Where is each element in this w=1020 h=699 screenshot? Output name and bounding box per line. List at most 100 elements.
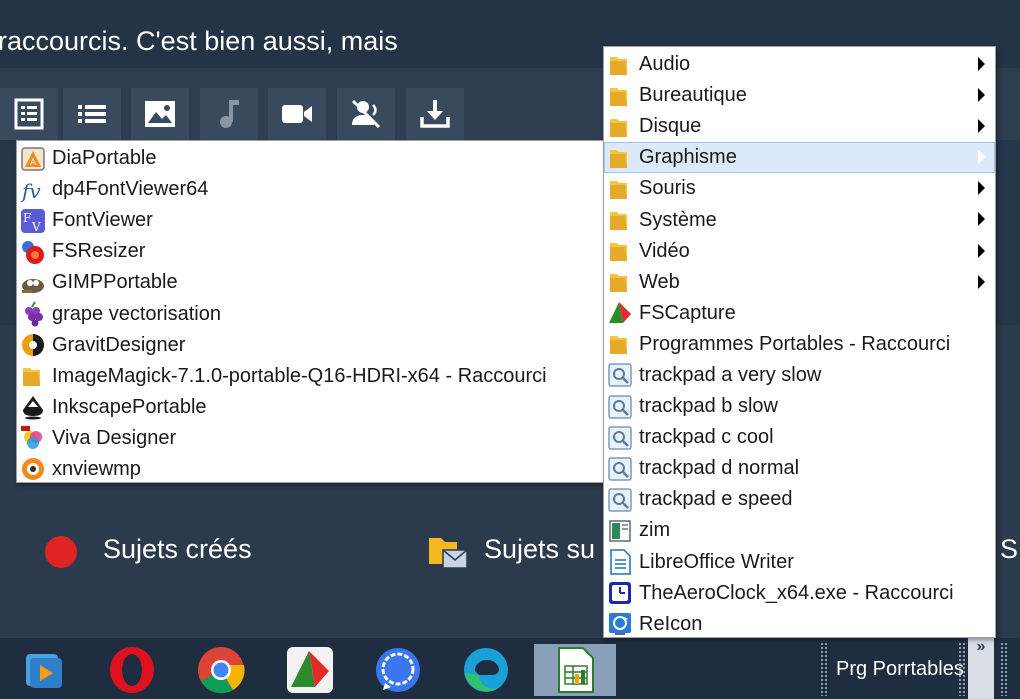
menu-item-graphisme[interactable]: Graphisme [604,142,995,174]
submenu-arrow-icon [978,274,985,289]
menu-item-trackpad-d[interactable]: trackpad d normal [604,453,995,484]
menu-item-trackpad-a[interactable]: trackpad a very slow [604,360,995,391]
svg-text:A: A [30,158,37,168]
menu-item-disque[interactable]: Disque [604,111,995,142]
menu-item-programmes-portables[interactable]: Programmes Portables - Raccourci [604,329,995,360]
taskbar-opera[interactable] [104,644,160,696]
toolbar-grip-right[interactable] [958,642,966,696]
taskbar-fscapture[interactable] [282,644,338,696]
toolbar-grip-left[interactable] [820,642,828,696]
media-player-icon [26,654,62,688]
mute-icon [351,99,381,129]
menu-item-souris[interactable]: Souris [604,173,995,204]
shortcut-settings-icon [606,361,634,389]
header-text: raccourcis. C'est bien aussi, mais [0,26,398,56]
reicon-icon [606,610,634,638]
list-button[interactable] [63,88,121,140]
graphisme-submenu: A DiaPortable fv dp4FontViewer64 FV Font… [16,140,604,483]
grape-icon [19,300,47,328]
menu-item-trackpad-b[interactable]: trackpad b slow [604,391,995,422]
fscapture-icon [287,647,333,693]
clock-icon [606,579,634,607]
folder-icon [606,144,634,172]
taskbar: Prg Porrtables » [0,638,1020,699]
record-dot-icon [45,536,77,568]
dia-icon: A [19,145,47,173]
menu-item-bureautique[interactable]: Bureautique [604,80,995,111]
mail-folder-icon [429,538,468,569]
list-detail-icon [14,98,44,130]
menu-item-viva-designer[interactable]: Viva Designer [17,423,603,454]
menu-item-reicon[interactable]: ReIcon [604,609,995,640]
menu-item-theaeroclock[interactable]: TheAeroClock_x64.exe - Raccourci [604,578,995,609]
shortcut-settings-icon [606,455,634,483]
menu-item-audio[interactable]: Audio [604,49,995,80]
toolbar-grip-end[interactable] [1000,642,1008,696]
zim-icon [606,517,634,545]
signal-icon [376,648,420,692]
shortcut-settings-icon [606,424,634,452]
fscapture-icon [606,299,634,327]
list-detail-button[interactable] [0,88,58,140]
download-button[interactable] [406,88,464,140]
gimp-icon [19,269,47,297]
edge-icon [464,648,508,692]
menu-item-diaportable[interactable]: A DiaPortable [17,143,603,174]
folder-icon [606,175,634,203]
menu-item-fscapture[interactable]: FSCapture [604,298,995,329]
menu-item-trackpad-e[interactable]: trackpad e speed [604,484,995,515]
menu-item-video[interactable]: Vidéo [604,236,995,267]
folder-icon [606,113,634,141]
menu-item-libreoffice-writer[interactable]: LibreOffice Writer [604,547,995,578]
folder-icon [606,237,634,265]
subjects-other-link[interactable]: S [1000,534,1018,565]
menu-item-fontviewer[interactable]: FV FontViewer [17,205,603,236]
chrome-icon [198,647,245,694]
folder-icon [606,206,634,234]
libreoffice-calc-icon [558,647,594,693]
folder-icon [606,82,634,110]
video-button[interactable] [268,88,326,140]
font-viewer-script-icon: fv [19,176,47,204]
shortcut-settings-icon [606,393,634,421]
menu-item-dp4fontviewer64[interactable]: fv dp4FontViewer64 [17,174,603,205]
folder-icon [606,330,634,358]
subjects-created-link[interactable]: Sujets créés [103,534,252,565]
folder-icon [606,51,634,79]
submenu-arrow-icon [978,150,985,165]
menu-item-fsresizer[interactable]: FSResizer [17,236,603,267]
music-icon [220,100,239,128]
menu-item-gimpportable[interactable]: GIMPPortable [17,267,603,298]
menu-item-xnviewmp[interactable]: xnviewmp [17,454,603,485]
taskbar-media-player[interactable] [14,644,70,696]
submenu-arrow-icon [978,57,985,71]
taskbar-edge[interactable] [458,644,514,696]
portable-programs-menu: Audio Bureautique Disque Graphisme Souri… [603,46,996,638]
svg-text:F: F [23,211,31,225]
menu-item-systeme[interactable]: Système [604,204,995,235]
folder-icon [19,362,47,390]
submenu-arrow-icon [978,243,985,258]
submenu-arrow-icon [978,212,985,227]
taskbar-chrome[interactable] [193,644,249,696]
video-icon [282,105,312,123]
xnview-icon [19,455,47,483]
mute-button[interactable] [337,88,395,140]
submenu-arrow-icon [978,119,985,134]
menu-item-zim[interactable]: zim [604,515,995,546]
subjects-followed-link[interactable]: Sujets su [484,534,595,565]
toolbar-chevron-button[interactable]: » [968,638,994,699]
submenu-arrow-icon [978,88,985,103]
menu-item-trackpad-c[interactable]: trackpad c cool [604,422,995,453]
menu-item-inkscapeportable[interactable]: InkscapePortable [17,392,603,423]
taskbar-libreoffice-calc[interactable] [534,644,616,696]
menu-item-grape-vectorisation[interactable]: grape vectorisation [17,298,603,329]
image-button[interactable] [131,88,189,140]
menu-item-gravitdesigner[interactable]: GravitDesigner [17,330,603,361]
menu-item-imagemagick[interactable]: ImageMagick-7.1.0-portable-Q16-HDRI-x64 … [17,361,603,392]
menu-item-web[interactable]: Web [604,267,995,298]
download-icon [420,100,450,128]
music-button[interactable] [200,88,258,140]
taskbar-signal[interactable] [370,644,426,696]
fsresizer-icon [19,238,47,266]
